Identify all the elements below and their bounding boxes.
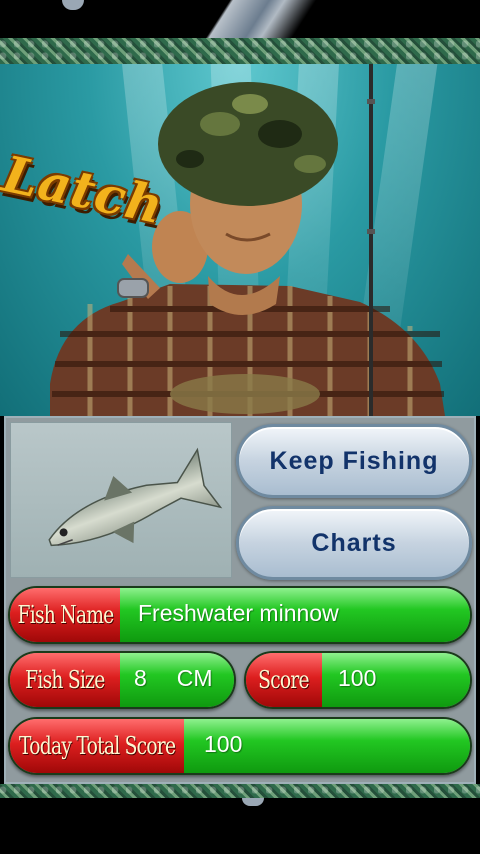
- fish-name-value: Freshwater minnow: [120, 588, 470, 642]
- score-label: Score: [246, 653, 322, 707]
- top-border-decoration: [0, 38, 480, 64]
- fish-image-frame: [10, 422, 232, 578]
- fish-name-label: Fish Name: [10, 588, 120, 642]
- angler-illustration: [50, 82, 445, 416]
- today-total-score-bar: Today Total Score 100: [8, 717, 472, 775]
- keep-fishing-button[interactable]: Keep Fishing: [236, 424, 472, 498]
- score-bar: Score 100: [244, 651, 472, 709]
- today-total-score-label: Today Total Score: [10, 719, 184, 773]
- angler-scene: Latch: [0, 64, 480, 416]
- metal-glint-decoration: [181, 0, 349, 38]
- bottom-indicator: [242, 798, 264, 806]
- charts-button[interactable]: Charts: [236, 506, 472, 580]
- status-indicator: [62, 0, 84, 10]
- fish-size-label: Fish Size: [10, 653, 120, 707]
- fish-size-bar: Fish Size 8 CM: [8, 651, 236, 709]
- fish-size-value: 8: [134, 665, 147, 691]
- fish-name-bar: Fish Name Freshwater minnow: [8, 586, 472, 644]
- bottom-border-decoration: [0, 784, 480, 798]
- fish-size-value-box: 8 CM: [120, 653, 234, 707]
- score-value: 100: [322, 653, 470, 707]
- fish-size-unit: CM: [176, 665, 213, 691]
- top-status-strip: [0, 0, 480, 38]
- today-total-score-value: 100: [184, 719, 470, 773]
- fishing-rod: [367, 64, 375, 416]
- bottom-strip: [0, 798, 480, 854]
- minnow-fish-image: [48, 447, 223, 547]
